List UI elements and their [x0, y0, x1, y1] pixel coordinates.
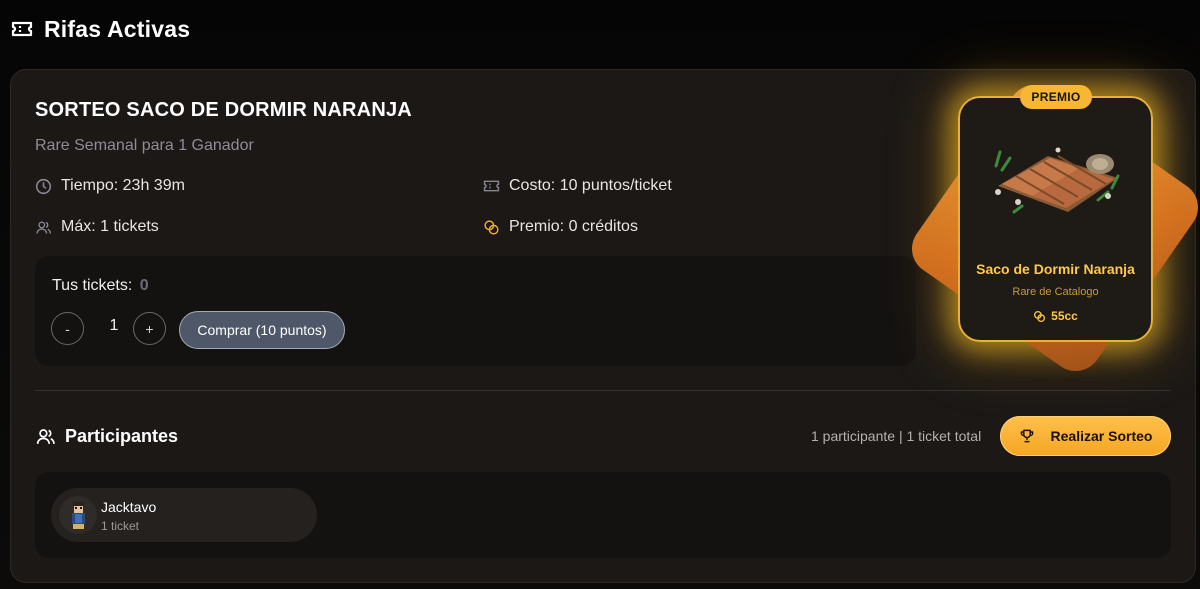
prize-type: Rare de Catalogo: [1012, 286, 1099, 298]
quantity-value: 1: [109, 317, 119, 334]
participant-item[interactable]: Jacktavo 1 ticket: [51, 488, 317, 542]
participant-name: Jacktavo: [101, 499, 157, 515]
info-cost: Costo: 10 puntos/ticket: [483, 177, 672, 195]
draw-button[interactable]: Realizar Sorteo: [1000, 416, 1171, 456]
page-title: Rifas Activas: [44, 15, 191, 42]
info-time: Tiempo: 23h 39m: [35, 177, 185, 195]
draw-button-label: Realizar Sorteo: [1050, 428, 1153, 444]
page-header: Rifas Activas: [10, 14, 190, 44]
raffle-title: SORTEO SACO DE DORMIR NARANJA: [35, 99, 412, 121]
users-icon: [36, 429, 55, 444]
prize-name: Saco de Dormir Naranja: [976, 261, 1135, 277]
time-label: Tiempo: 23h 39m: [61, 177, 185, 194]
trophy-icon: [1020, 429, 1033, 443]
avatar: [59, 496, 97, 534]
coins-icon: [484, 219, 499, 235]
prize-value: 55cc: [960, 309, 1151, 323]
ticket-icon: [483, 180, 500, 192]
your-tickets-label: Tus tickets:: [52, 277, 133, 294]
your-tickets: Tus tickets: 0: [52, 277, 149, 295]
participant-tickets: 1 ticket: [101, 519, 140, 533]
decrement-button[interactable]: -: [51, 312, 84, 345]
prize-card: PREMIO Saco de Dormir Naranja Rare de Ca…: [958, 85, 1153, 342]
prize-badge: PREMIO: [1020, 85, 1092, 109]
participants-header: Participantes: [35, 426, 178, 447]
participants-list: Jacktavo 1 ticket: [35, 472, 1171, 558]
sleeping-bag-icon: [994, 147, 1120, 214]
buy-button[interactable]: Comprar (10 puntos): [179, 311, 345, 349]
max-label: Máx: 1 tickets: [61, 218, 159, 235]
your-tickets-count: 0: [139, 277, 149, 294]
ticket-icon: [10, 17, 34, 41]
coins-icon: [1034, 310, 1046, 322]
participants-summary: 1 participante | 1 ticket total: [811, 428, 982, 444]
raffle-subtitle: Rare Semanal para 1 Ganador: [35, 137, 254, 154]
info-prize: Premio: 0 créditos: [483, 218, 638, 236]
users-icon: [36, 221, 51, 234]
cost-label: Costo: 10 puntos/ticket: [509, 177, 672, 194]
increment-button[interactable]: +: [133, 312, 166, 345]
prize-value-text: 55cc: [1051, 309, 1078, 323]
prize-info-label: Premio: 0 créditos: [509, 218, 638, 235]
clock-icon: [35, 178, 52, 194]
participants-title: Participantes: [65, 426, 179, 446]
ticket-purchase-panel: Tus tickets: 0 - 1 + Comprar (10 puntos): [35, 256, 916, 366]
divider: [35, 390, 1171, 391]
info-max: Máx: 1 tickets: [35, 218, 159, 236]
